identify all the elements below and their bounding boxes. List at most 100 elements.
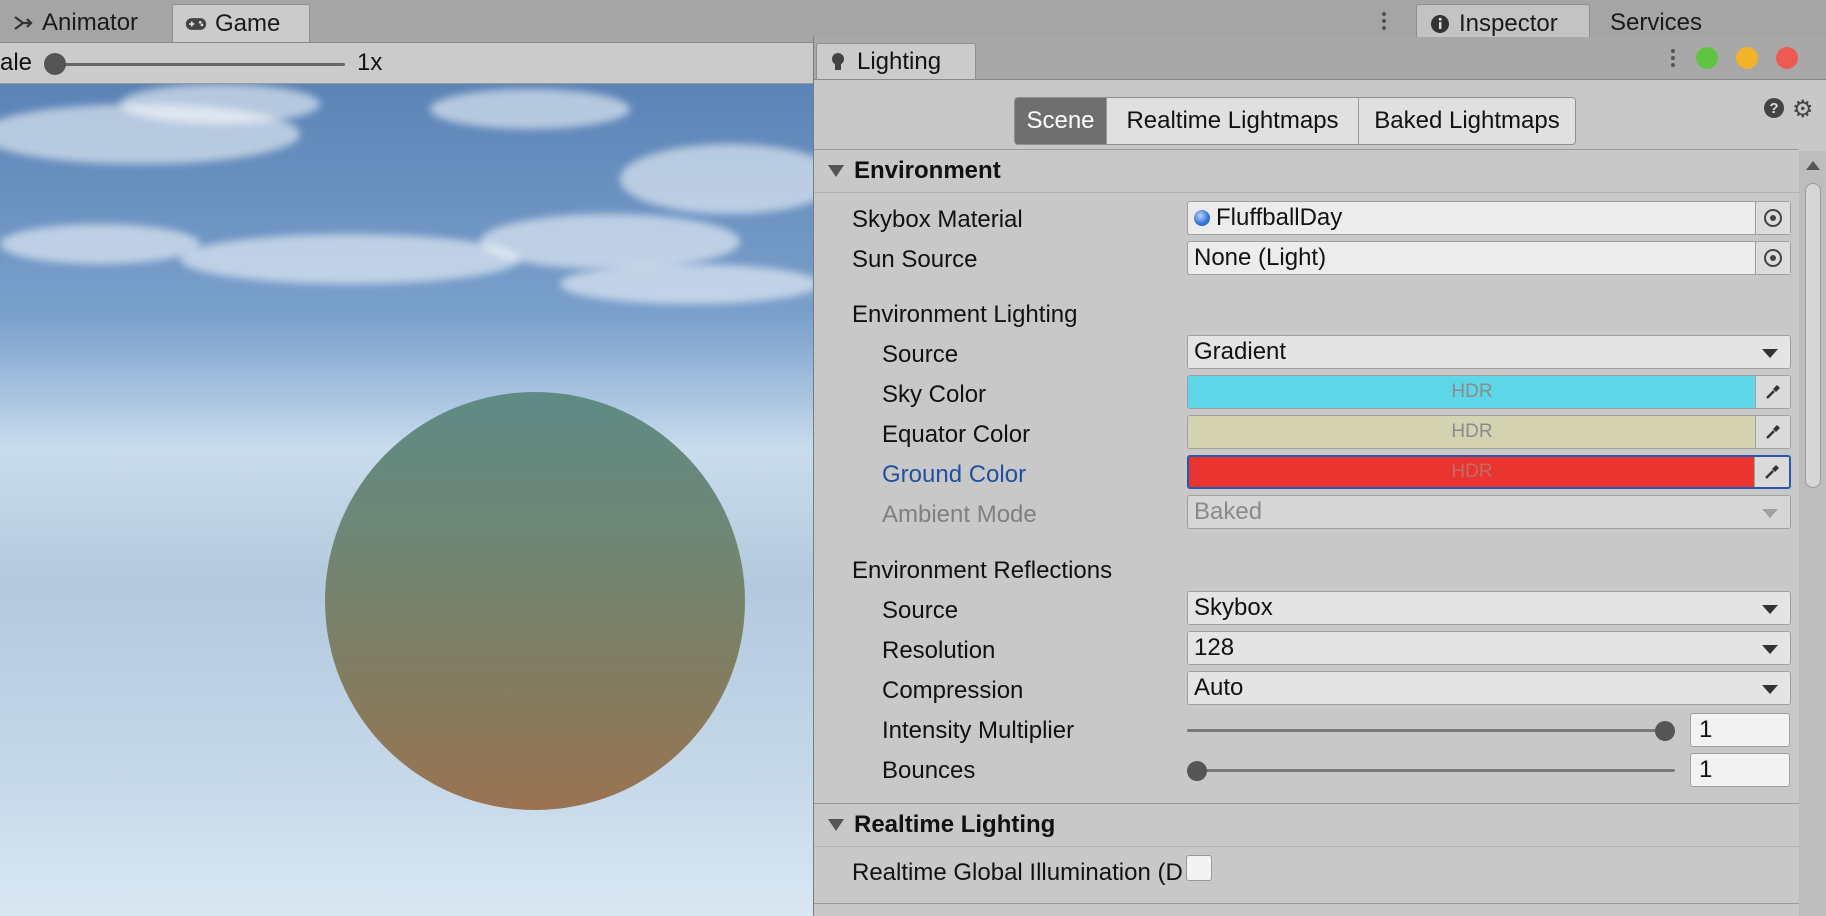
bounces-input[interactable]: 1 [1690,753,1790,787]
scale-slider-handle[interactable] [44,53,66,75]
animator-icon [12,12,34,34]
tab-game-label: Game [215,9,281,37]
cloud [180,234,520,284]
scroll-up-arrow-icon[interactable] [1806,161,1820,170]
cloud [480,214,740,269]
resolution-dropdown[interactable]: 128 [1187,631,1791,665]
env-lighting-source-value: Gradient [1194,338,1287,365]
material-icon [1194,210,1210,226]
environment-reflections-label: Environment Reflections [852,557,1113,584]
resolution-value: 128 [1194,634,1235,661]
chevron-down-icon [1762,685,1778,694]
chevron-down-icon [1762,645,1778,654]
equator-color-label: Equator Color [882,421,1031,448]
eyedropper-icon[interactable] [1755,376,1790,408]
compression-dropdown[interactable]: Auto [1187,671,1791,705]
lighting-window: Lighting Scene Realtime Lightmaps Baked … [813,37,1826,916]
equator-color-swatch[interactable]: HDR [1188,416,1756,448]
info-icon [1429,13,1451,35]
section-realtime-lighting-label: Realtime Lighting [854,811,1056,838]
gear-icon[interactable]: ⚙ [1792,95,1814,124]
bounces-slider-handle[interactable] [1187,761,1207,781]
game-more-menu-icon[interactable] [1382,12,1388,30]
tab-game[interactable]: Game [172,4,310,42]
scale-slider-track[interactable] [55,63,345,66]
compression-value: Auto [1194,674,1244,701]
foldout-triangle-icon [828,165,844,177]
skybox-material-label: Skybox Material [852,206,1023,233]
ambient-mode-value: Baked [1194,498,1263,525]
chevron-down-icon [1762,349,1778,358]
game-viewport[interactable] [0,84,814,916]
compression-label: Compression [882,677,1024,704]
tab-lighting[interactable]: Lighting [816,43,976,79]
ambient-mode-label: Ambient Mode [882,501,1037,528]
scrollbar-thumb[interactable] [1805,183,1821,488]
realtime-gi-label-clip: Realtime Global Illumination (D [814,849,1187,885]
foldout-triangle-icon [828,819,844,831]
chevron-down-icon [1762,509,1778,518]
sky-color-label: Sky Color [882,381,987,408]
help-icon[interactable]: ? [1764,98,1784,118]
resolution-label: Resolution [882,637,996,664]
tab-animator[interactable]: Animator [0,4,150,42]
sun-source-field[interactable]: None (Light) [1187,241,1791,275]
section-realtime-lighting[interactable]: Realtime Lighting [814,803,1799,847]
ground-color-swatch[interactable]: HDR [1189,457,1755,487]
section-environment[interactable]: Environment [814,149,1799,193]
intensity-multiplier-slider-handle[interactable] [1655,721,1675,741]
eyedropper-icon[interactable] [1754,457,1789,487]
lighting-more-menu-icon[interactable] [1671,49,1677,67]
scale-label: ale [0,49,33,76]
vertical-scrollbar[interactable] [1799,151,1826,916]
game-toolbar: ale 1x [0,43,814,84]
realtime-gi-label: Realtime Global Illumination (D [852,859,1183,885]
intensity-multiplier-slider-track[interactable] [1187,729,1675,732]
chevron-down-icon [1762,605,1778,614]
lightbulb-icon [831,52,845,71]
cloud [0,224,200,264]
bounces-label: Bounces [882,757,976,784]
section-divider [814,903,1799,904]
bounces-slider-track[interactable] [1187,769,1675,772]
reflections-source-label: Source [882,597,959,624]
tab-baked-lightmaps[interactable]: Baked Lightmaps [1359,98,1575,144]
ambient-mode-dropdown: Baked [1187,495,1791,529]
maximize-window-button[interactable] [1696,47,1718,69]
intensity-multiplier-label: Intensity Multiplier [882,717,1075,744]
env-lighting-source-label: Source [882,341,959,368]
minimize-window-button[interactable] [1736,47,1758,69]
ground-color-label: Ground Color [882,461,1027,488]
lighting-titlebar: Lighting [814,37,1826,80]
lighting-title: Lighting [857,47,942,75]
skybox-material-value: FluffballDay [1216,204,1343,231]
env-lighting-source-dropdown[interactable]: Gradient [1187,335,1791,369]
object-picker-icon[interactable] [1755,202,1790,234]
tab-inspector-label: Inspector [1459,9,1558,37]
tab-scene[interactable]: Scene [1015,98,1107,144]
cloud [120,84,320,124]
gamepad-icon [185,13,207,35]
sphere-object [325,392,745,810]
lighting-tab-group: Scene Realtime Lightmaps Baked Lightmaps [1014,97,1576,145]
tab-services-label: Services [1610,9,1703,36]
object-picker-icon[interactable] [1755,242,1790,274]
tab-animator-label: Animator [42,9,139,36]
sun-source-label: Sun Source [852,246,978,273]
tab-realtime-lightmaps[interactable]: Realtime Lightmaps [1107,98,1359,144]
skybox-material-field[interactable]: FluffballDay [1187,201,1791,235]
reflections-source-dropdown[interactable]: Skybox [1187,591,1791,625]
reflections-source-value: Skybox [1194,594,1273,621]
intensity-multiplier-input[interactable]: 1 [1690,713,1790,747]
sky-color-field[interactable]: HDR [1187,375,1791,409]
close-window-button[interactable] [1776,47,1798,69]
cloud [430,89,630,129]
scale-value: 1x [357,49,383,76]
realtime-gi-checkbox[interactable] [1186,855,1212,881]
eyedropper-icon[interactable] [1755,416,1790,448]
cloud [620,144,814,214]
section-environment-label: Environment [854,157,1001,184]
ground-color-field[interactable]: HDR [1187,455,1791,489]
equator-color-field[interactable]: HDR [1187,415,1791,449]
sky-color-swatch[interactable]: HDR [1188,376,1756,408]
